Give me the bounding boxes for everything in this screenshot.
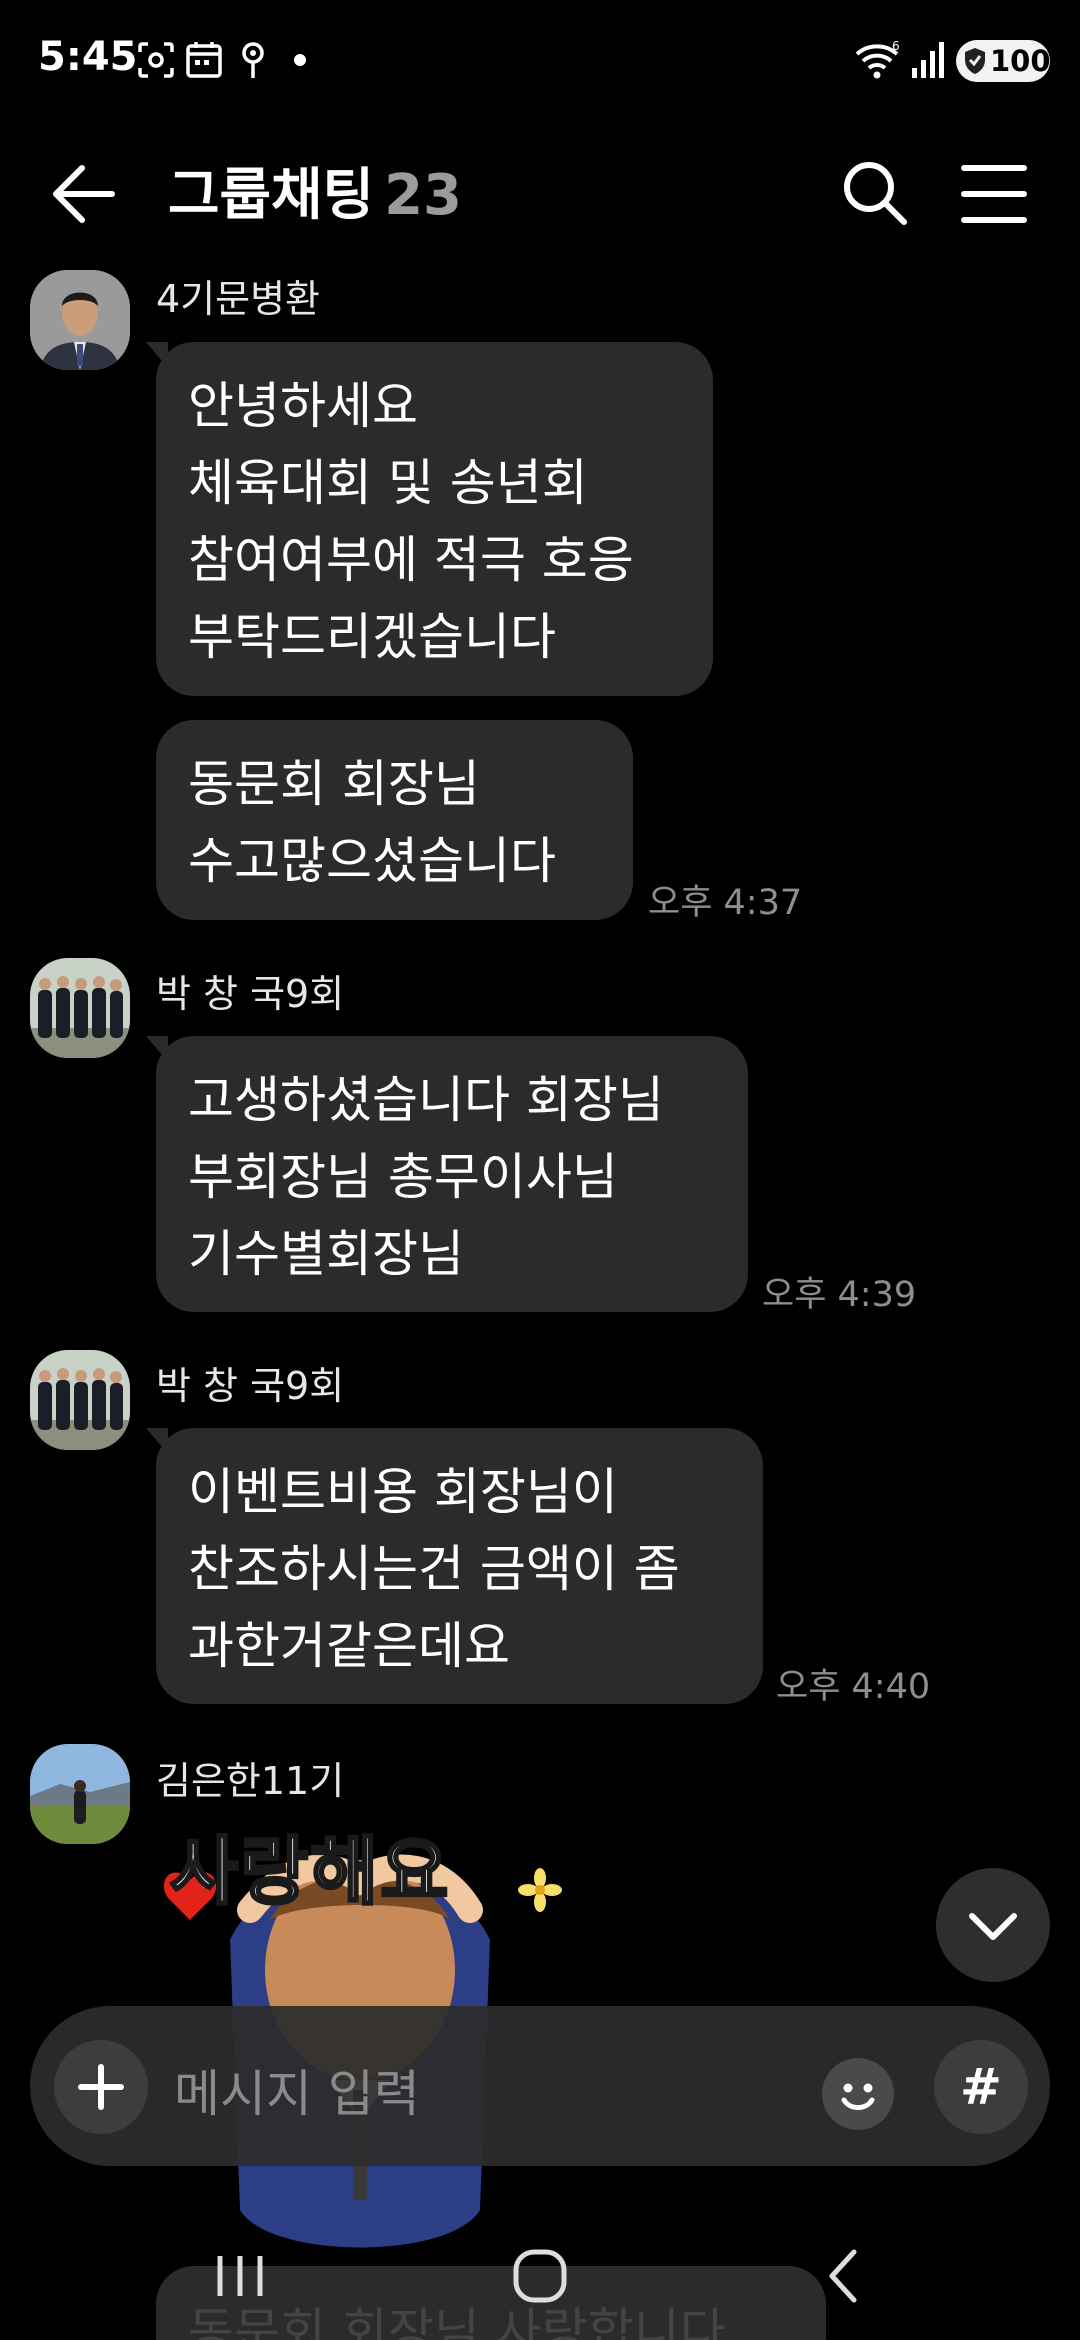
avatar[interactable] (30, 1350, 130, 1450)
profile-photo (30, 270, 130, 370)
message-input-bar: 메시지 입력 # (30, 2006, 1050, 2166)
screenshot-icon (138, 42, 174, 78)
hashtag-button[interactable]: # (934, 2040, 1028, 2134)
sender-name: 4기문병환 (156, 277, 321, 321)
sender-name: 박 창 국9회 (156, 1364, 345, 1408)
menu-icon[interactable] (958, 160, 1030, 228)
emoji-button[interactable] (822, 2058, 894, 2130)
message-bubble[interactable]: 동문회 회장님 수고많으셨습니다 (156, 720, 633, 920)
message-line: 이벤트비용 회장님이 (188, 1463, 618, 1521)
message-line: 기수별회장님 (188, 1225, 464, 1283)
calendar-icon (186, 42, 222, 78)
avatar[interactable] (30, 270, 130, 370)
member-count: 23 (384, 163, 463, 228)
location-icon (242, 42, 264, 78)
sticker-text: 사랑해요 (168, 1828, 451, 1917)
message-line: 참여여부에 적극 호응 (188, 531, 634, 589)
signal-icon (912, 42, 944, 78)
message-line: 부탁드리겠습니다 (188, 608, 556, 666)
message-bubble[interactable]: 안녕하세요 체육대회 및 송년회 참여여부에 적극 호응 부탁드리겠습니다 (146, 342, 713, 696)
recent-apps-button[interactable] (192, 2238, 288, 2314)
chevron-down-icon (969, 1913, 1017, 1940)
chat-title: 그룹채팅 (168, 163, 375, 228)
profile-photo (30, 1744, 130, 1844)
message-bubble[interactable]: 이벤트비용 회장님이 찬조하시는건 금액이 좀 과한거같은데요 (146, 1428, 763, 1704)
message-line: 안녕하세요 (188, 377, 418, 435)
message-line: 찬조하시는건 금액이 좀 (188, 1540, 680, 1598)
avatar[interactable] (30, 1744, 130, 1844)
home-button[interactable] (492, 2238, 588, 2314)
profile-photo (30, 958, 130, 1058)
message-line: 고생하셨습니다 회장님 (188, 1071, 664, 1129)
battery-level: 100 (990, 44, 1051, 78)
wifi-icon: 6 (855, 40, 900, 79)
scroll-down-button[interactable] (936, 1868, 1050, 1982)
message-input[interactable]: 메시지 입력 (174, 2054, 814, 2123)
message-line: 수고많으셨습니다 (188, 832, 556, 890)
message-line: 동문회 회장님 (188, 755, 480, 813)
message-time: 오후 4:40 (776, 1667, 931, 1707)
app-bar: 그룹채팅 23 (0, 130, 1080, 250)
add-button[interactable] (54, 2040, 148, 2134)
smile-icon (841, 2083, 875, 2110)
battery-icon: 100 (956, 40, 1051, 82)
message-time: 오후 4:39 (762, 1275, 917, 1315)
avatar[interactable] (30, 958, 130, 1058)
message-line: 체육대회 및 송년회 (188, 454, 588, 512)
message-bubble[interactable]: 고생하셨습니다 회장님 부회장님 총무이사님 기수별회장님 (146, 1036, 748, 1312)
message-time: 오후 4:37 (648, 883, 803, 923)
search-icon[interactable] (838, 156, 910, 228)
profile-photo (30, 1350, 130, 1450)
system-nav-bar (0, 2210, 1080, 2340)
message-line: 과한거같은데요 (188, 1617, 510, 1675)
plus-icon (78, 2064, 124, 2110)
status-time: 5:45 (38, 34, 138, 80)
back-button[interactable] (44, 158, 124, 230)
status-bar: 5:45 6 100 (0, 0, 1080, 120)
page-title: 그룹채팅 23 (168, 150, 462, 231)
notification-dot (294, 54, 306, 66)
back-nav-button[interactable] (796, 2238, 892, 2314)
svg-text:6: 6 (892, 40, 900, 53)
message-line: 부회장님 총무이사님 (188, 1148, 618, 1206)
shield-icon (965, 48, 985, 74)
sender-name: 박 창 국9회 (156, 972, 345, 1016)
